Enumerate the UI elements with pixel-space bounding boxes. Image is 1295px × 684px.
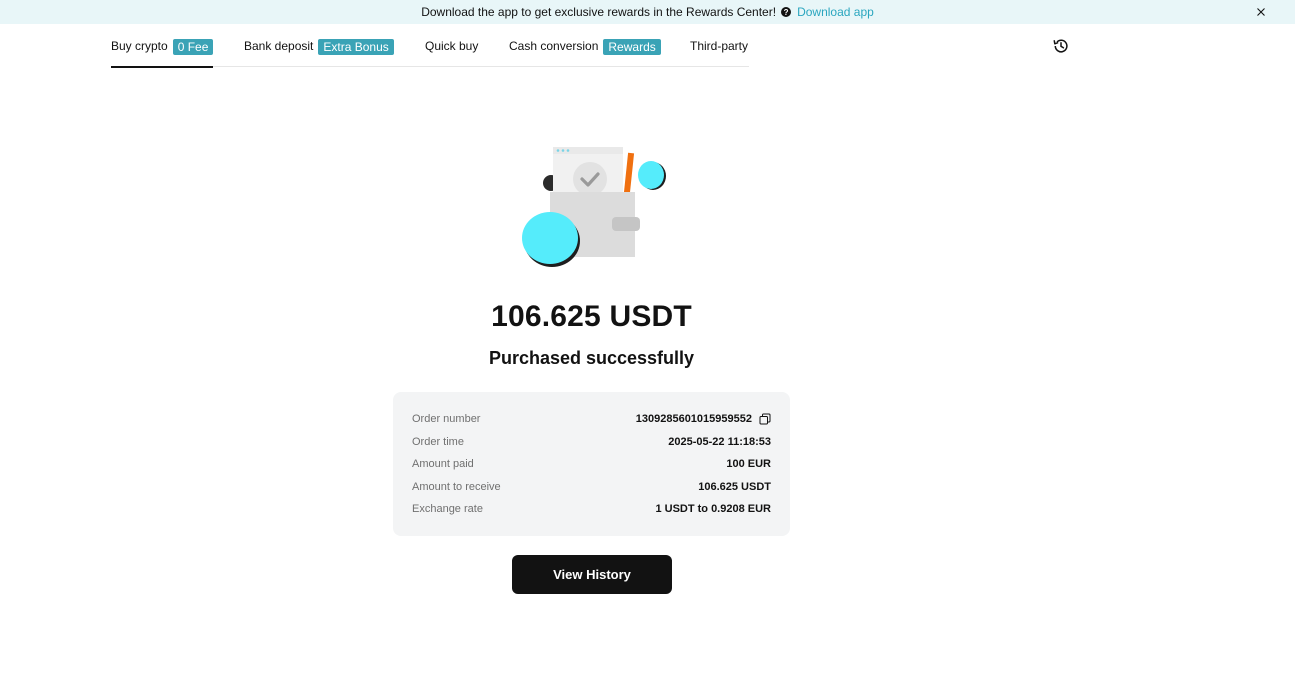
download-app-link[interactable]: Download app [797,5,874,19]
help-icon[interactable]: ? [781,7,792,17]
detail-label: Amount paid [412,458,474,471]
tab-label: Buy crypto [111,38,168,53]
detail-label: Amount to receive [412,480,501,493]
tab-label: Third-party [690,38,749,53]
tab-quick-buy[interactable]: Quick buy [425,24,478,67]
copy-icon[interactable] [759,413,771,425]
banner-text: Download the app to get exclusive reward… [421,5,777,19]
tab-third-party[interactable]: Third-party [690,24,748,67]
tab-label: Cash conversion [509,38,599,53]
detail-label: Exchange rate [412,503,483,516]
tab-cash-conversion[interactable]: Cash conversion Rewards [509,24,661,67]
detail-value: 1309285601015959552 [636,413,771,425]
purchase-method-tabs: Buy crypto 0 Fee Bank deposit Extra Bonu… [111,24,749,68]
order-details-card: Order number 1309285601015959552 Order t… [393,392,790,536]
purchase-status: Purchased successfully [488,348,695,368]
purchased-amount: 106.625 USDT [491,300,692,333]
detail-value: 106.625 USDT [698,480,771,493]
history-icon[interactable] [1052,37,1070,55]
detail-row-order-number: Order number 1309285601015959552 [412,408,771,431]
tab-bank-deposit[interactable]: Bank deposit Extra Bonus [244,24,394,67]
view-history-button[interactable]: View History [512,555,672,594]
detail-value: 2025-05-22 11:18:53 [668,435,771,448]
tab-badge: Rewards [603,38,661,55]
detail-row-exchange-rate: Exchange rate 1 USDT to 0.9208 EUR [412,498,771,521]
detail-label: Order number [412,413,481,426]
detail-label: Order time [412,435,464,448]
tab-badge: 0 Fee [172,38,214,55]
tab-label: Bank deposit [244,38,314,53]
close-icon[interactable] [1253,4,1269,20]
tab-label: Quick buy [425,38,479,53]
tab-badge: Extra Bonus [318,38,394,55]
detail-value: 100 EUR [726,458,771,471]
detail-row-order-time: Order time 2025-05-22 11:18:53 [412,431,771,454]
detail-row-amount-to-receive: Amount to receive 106.625 USDT [412,476,771,499]
detail-row-amount-paid: Amount paid 100 EUR [412,453,771,476]
detail-value: 1 USDT to 0.9208 EUR [655,503,771,516]
order-number-value: 1309285601015959552 [635,413,752,426]
promo-banner: Download the app to get exclusive reward… [0,0,1295,24]
tab-buy-crypto[interactable]: Buy crypto 0 Fee [111,24,214,68]
wallet-success-illustration [522,147,666,267]
